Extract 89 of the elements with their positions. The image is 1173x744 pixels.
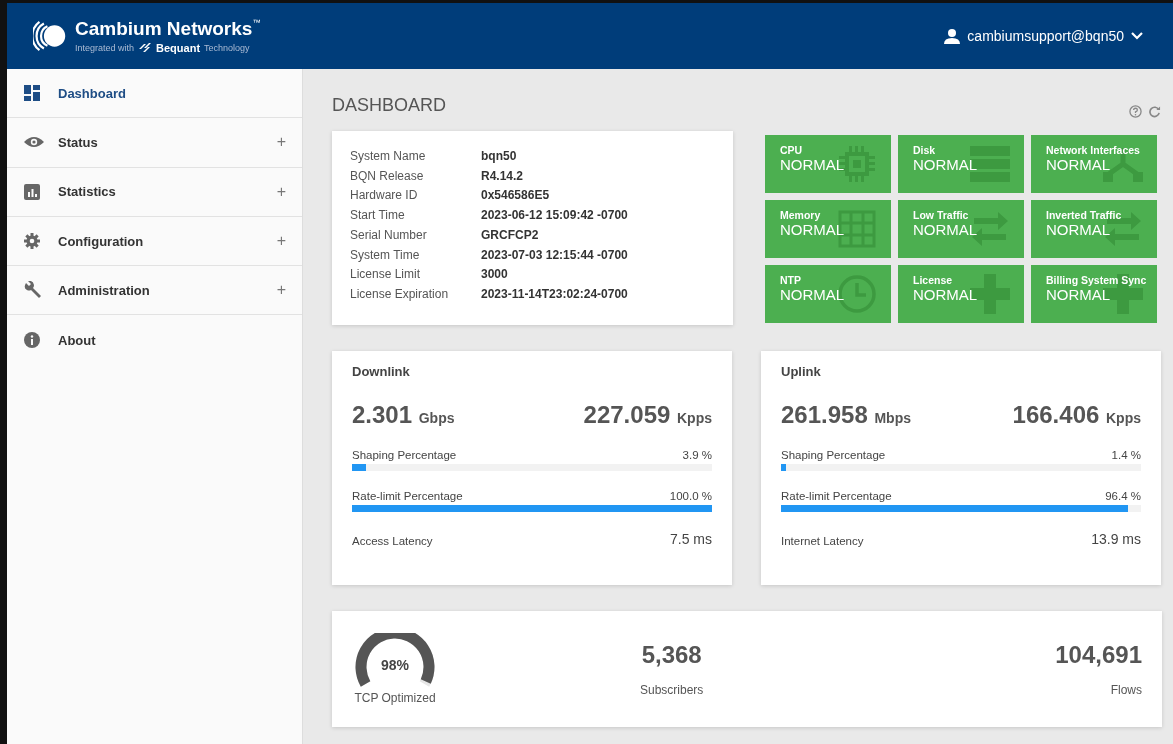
subscribers-label: Subscribers: [640, 683, 704, 697]
tile-status: NORMAL: [913, 287, 978, 302]
latency-value: 7.5 ms: [670, 531, 712, 547]
bar-reading: 100.0 %: [669, 490, 712, 502]
rate-value: 261.958 Mbps: [781, 401, 911, 429]
info-value: GRCFCP2: [481, 227, 540, 244]
expand-icon: +: [276, 281, 286, 300]
tile-title: Inverted Traffic: [1046, 209, 1122, 222]
help-icon[interactable]: [1129, 105, 1142, 118]
info-value: 2023-06-12 15:09:42 -0700: [481, 208, 629, 224]
info-label: BQN Release: [350, 168, 425, 185]
info-value: 2023-07-03 12:15:44 -0700: [481, 247, 629, 264]
info-label: Serial Number: [350, 227, 428, 244]
info-value: 3000: [481, 267, 509, 283]
settings-icon: [24, 233, 40, 250]
bar-reading: 1.4 %: [1111, 449, 1141, 461]
refresh-icon[interactable]: [1148, 105, 1161, 118]
tile-status: NORMAL: [780, 287, 845, 302]
partner-name: Bequant: [156, 42, 201, 54]
dashboard-icon: [24, 85, 40, 102]
gauge-reading: 98%: [380, 657, 410, 673]
tile-status: NORMAL: [780, 157, 845, 172]
gauge-label: TCP Optimized: [354, 691, 436, 705]
wrench-icon: [24, 281, 42, 300]
info-label: Hardware ID: [350, 188, 419, 205]
bar-label: Rate-limit Percentage: [352, 490, 463, 502]
expand-icon: +: [276, 133, 286, 152]
card-title: Uplink: [781, 364, 822, 379]
tile-status: NORMAL: [913, 222, 978, 237]
info-value: bqn50: [481, 149, 518, 165]
expand-icon: +: [276, 232, 286, 251]
status-tile[interactable]: Low Traffic NORMAL: [898, 200, 1024, 258]
tile-status: NORMAL: [1046, 287, 1111, 302]
chevron-down-icon: [1131, 32, 1143, 40]
bar-label: Shaping Percentage: [352, 449, 457, 461]
tile-status: NORMAL: [1046, 222, 1111, 237]
latency-value: 13.9 ms: [1091, 531, 1141, 547]
bar-label: Shaping Percentage: [781, 449, 886, 461]
info-value: R4.14.2: [481, 168, 525, 185]
user-menu[interactable]: cambiumsupport@bqn50: [944, 28, 1143, 44]
trademark: ™: [252, 18, 261, 27]
bar-label: Rate-limit Percentage: [781, 490, 892, 502]
page-title: DASHBOARD: [332, 95, 447, 116]
tagline-text: Technology: [204, 43, 250, 53]
tile-title: Billing System Sync: [1046, 274, 1147, 287]
tile-title: NTP: [780, 274, 801, 287]
eye-icon: [24, 136, 44, 149]
latency-label: Access Latency: [352, 535, 433, 547]
brand-name: Cambium Networks: [75, 18, 253, 40]
slash-logo-icon: [138, 43, 153, 53]
tile-title: License: [913, 274, 953, 287]
status-tile[interactable]: Billing System Sync NORMAL: [1031, 265, 1157, 323]
latency-label: Internet Latency: [781, 535, 864, 547]
info-icon: [24, 332, 40, 349]
tile-status: NORMAL: [780, 222, 845, 237]
bar-chart-icon: [24, 183, 40, 200]
tile-title: Network Interfaces: [1046, 144, 1140, 157]
subscribers-count: 5,368: [641, 641, 702, 669]
tile-title: Disk: [913, 144, 936, 157]
flows-label: Flows: [1110, 683, 1142, 697]
info-value: 2023-11-14T23:02:24-0700: [481, 286, 629, 303]
status-tile[interactable]: CPU NORMAL: [765, 135, 891, 193]
info-label: License Limit: [350, 267, 422, 283]
user-icon: [944, 28, 961, 44]
info-label: System Time: [350, 247, 421, 264]
bar-reading: 3.9 %: [682, 449, 712, 461]
rate-value: 2.301 Gbps: [352, 401, 455, 429]
packet-rate-value: 227.059 Kpps: [583, 401, 712, 429]
info-label: License Expiration: [350, 286, 450, 303]
card-title: Downlink: [352, 364, 411, 379]
status-tile[interactable]: Disk NORMAL: [898, 135, 1024, 193]
tagline-text: Integrated with: [75, 43, 135, 53]
status-tile[interactable]: NTP NORMAL: [765, 265, 891, 323]
info-label: System Name: [350, 149, 427, 165]
tile-title: Memory: [780, 209, 821, 222]
tile-status: NORMAL: [913, 157, 978, 172]
expand-icon: +: [276, 182, 286, 201]
bar-reading: 96.4 %: [1105, 490, 1141, 502]
tile-title: CPU: [780, 144, 803, 157]
info-value: 0x546586E5: [481, 188, 551, 205]
status-tile[interactable]: Inverted Traffic NORMAL: [1031, 200, 1157, 258]
packet-rate-value: 166.406 Kpps: [1012, 401, 1141, 429]
status-tile[interactable]: Network Interfaces NORMAL: [1031, 135, 1157, 193]
status-tile[interactable]: Memory NORMAL: [765, 200, 891, 258]
flows-count: 104,691: [1055, 641, 1142, 669]
tile-status: NORMAL: [1046, 157, 1111, 172]
status-tile[interactable]: License NORMAL: [898, 265, 1024, 323]
tile-title: Low Traffic: [913, 209, 969, 222]
info-label: Start Time: [350, 208, 406, 224]
